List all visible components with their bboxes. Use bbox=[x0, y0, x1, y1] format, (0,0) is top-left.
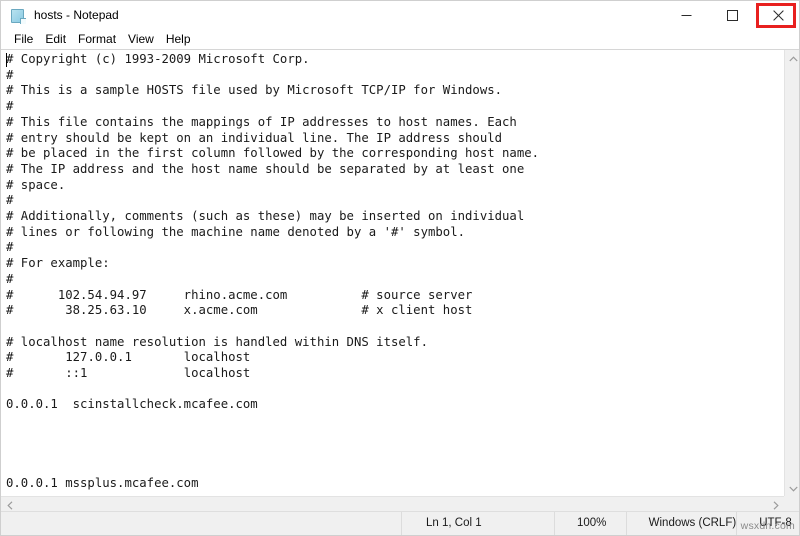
window-controls bbox=[663, 1, 799, 30]
scroll-down-icon bbox=[789, 486, 798, 492]
text-caret bbox=[6, 53, 7, 67]
status-zoom[interactable]: 100% bbox=[554, 512, 626, 535]
status-line-ending[interactable]: Windows (CRLF) bbox=[625, 512, 736, 535]
scroll-up-icon bbox=[789, 55, 798, 61]
scroll-down-button[interactable] bbox=[785, 480, 799, 497]
vertical-scrollbar[interactable] bbox=[784, 50, 799, 497]
watermark: wsxdn.com bbox=[740, 520, 795, 532]
status-cursor-position: Ln 1, Col 1 bbox=[401, 512, 554, 535]
minimize-button[interactable] bbox=[663, 1, 709, 30]
scroll-up-button[interactable] bbox=[785, 50, 799, 67]
menu-item-view[interactable]: View bbox=[122, 30, 160, 49]
scroll-left-icon bbox=[6, 501, 12, 510]
menu-item-format[interactable]: Format bbox=[72, 30, 122, 49]
title-bar: hosts - Notepad bbox=[1, 1, 799, 30]
scroll-right-icon bbox=[773, 501, 779, 510]
menu-item-help[interactable]: Help bbox=[160, 30, 197, 49]
title-bar-left: hosts - Notepad bbox=[1, 1, 119, 30]
menu-bar: File Edit Format View Help bbox=[1, 30, 799, 49]
status-bar: Ln 1, Col 1 100% Windows (CRLF) UTF-8 bbox=[1, 511, 799, 535]
close-icon bbox=[772, 10, 784, 21]
maximize-icon bbox=[726, 10, 738, 21]
notepad-icon bbox=[10, 8, 26, 24]
minimize-icon bbox=[681, 15, 691, 16]
menu-item-file[interactable]: File bbox=[8, 30, 39, 49]
maximize-button[interactable] bbox=[709, 1, 755, 30]
window-title: hosts - Notepad bbox=[34, 8, 119, 22]
status-bar-spacer bbox=[1, 512, 401, 535]
close-button[interactable] bbox=[755, 1, 799, 30]
notepad-window: hosts - Notepad File Edit Format View He… bbox=[0, 0, 800, 536]
hosts-file-text[interactable]: # Copyright (c) 1993-2009 Microsoft Corp… bbox=[1, 50, 763, 492]
text-editor[interactable]: # Copyright (c) 1993-2009 Microsoft Corp… bbox=[1, 50, 763, 497]
menu-item-edit[interactable]: Edit bbox=[39, 30, 72, 49]
editor-region: # Copyright (c) 1993-2009 Microsoft Corp… bbox=[1, 49, 799, 513]
notepad-icon-fold bbox=[20, 17, 26, 24]
